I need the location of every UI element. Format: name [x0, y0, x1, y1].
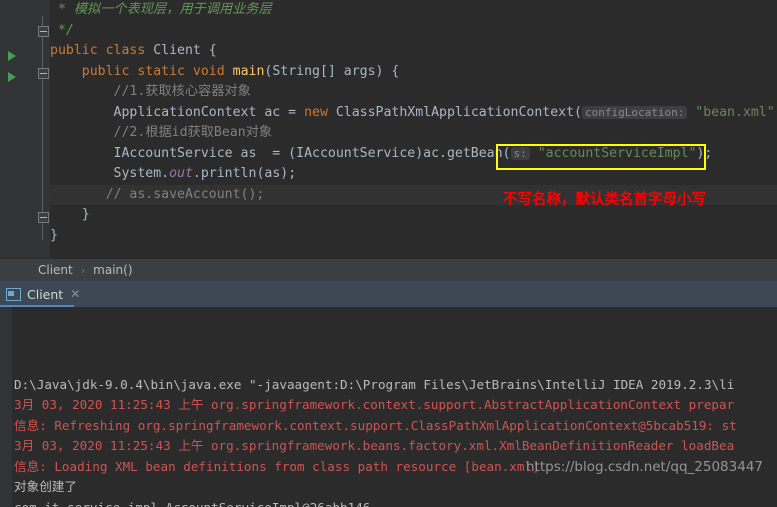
- code-token: "accountServiceImpl": [530, 146, 697, 161]
- console-line: D:\Java\jdk-9.0.4\bin\java.exe "-javaage…: [14, 375, 777, 396]
- breadcrumb-item-class[interactable]: Client: [38, 263, 73, 277]
- code-token: //1.获取核心容器对象: [50, 84, 251, 99]
- code-fold-rail[interactable]: [36, 0, 50, 258]
- code-token: [50, 64, 82, 79]
- red-annotation-text: 不写名称，默认类名首字母小写: [503, 188, 706, 209]
- code-line: //1.获取核心容器对象: [50, 82, 777, 103]
- code-line: }: [50, 226, 777, 247]
- editor-gutter[interactable]: [0, 0, 36, 258]
- code-token: Client {: [153, 43, 217, 58]
- code-line: public class Client {: [50, 41, 777, 62]
- code-token: ClassPathXmlApplicationContext(: [336, 105, 582, 120]
- code-token: "bean.xml": [687, 105, 774, 120]
- code-token: ApplicationContext ac =: [50, 105, 304, 120]
- console-line: 信息: Refreshing org.springframework.conte…: [14, 416, 777, 437]
- fold-marker-icon[interactable]: [38, 212, 49, 223]
- code-token: public static void: [82, 64, 233, 79]
- code-token: public: [50, 43, 106, 58]
- code-token: // as.saveAccount();: [50, 187, 264, 202]
- code-token: main: [233, 64, 265, 79]
- code-token: class: [106, 43, 154, 58]
- intellij-idea-window: * 模拟一个表现层，用于调用业务层 */ public class Client …: [0, 0, 777, 502]
- run-tool-window-tabbar[interactable]: Client ✕: [0, 281, 777, 307]
- run-tab-label: Client: [27, 287, 63, 302]
- code-token: }: [50, 228, 58, 243]
- code-token: configLocation:: [582, 106, 687, 119]
- code-editor[interactable]: * 模拟一个表现层，用于调用业务层 */ public class Client …: [0, 0, 777, 258]
- run-tab-client[interactable]: Client ✕: [0, 281, 88, 307]
- breadcrumb[interactable]: Client › main(): [0, 258, 777, 281]
- code-token: s:: [511, 147, 530, 160]
- code-line: * 模拟一个表现层，用于调用业务层: [50, 0, 777, 21]
- console-line: 对象创建了: [14, 477, 777, 498]
- code-token: );: [696, 146, 712, 161]
- watermark-text: https://blog.csdn.net/qq_25083447: [526, 457, 763, 478]
- fold-marker-icon[interactable]: [38, 26, 49, 37]
- code-token: IAccountService as = (IAccountService)ac…: [50, 146, 511, 161]
- code-line: ApplicationContext ac = new ClassPathXml…: [50, 103, 777, 124]
- fold-marker-icon[interactable]: [38, 68, 49, 79]
- chevron-right-icon: ›: [81, 264, 85, 277]
- code-token: .println(as);: [193, 166, 296, 181]
- run-method-arrow-icon[interactable]: [8, 72, 16, 82]
- code-token: (String[] args) {: [264, 64, 399, 79]
- code-token: }: [50, 207, 90, 222]
- run-class-arrow-icon[interactable]: [8, 51, 16, 61]
- console-left-gutter: [0, 307, 12, 507]
- code-token: out: [169, 166, 193, 181]
- code-token: */: [50, 23, 74, 38]
- close-icon[interactable]: ✕: [70, 287, 80, 301]
- console-line: 3月 03, 2020 11:25:43 上午 org.springframew…: [14, 436, 777, 457]
- code-token: System.: [50, 166, 169, 181]
- code-line: */: [50, 21, 777, 42]
- code-token: //2.根据id获取Bean对象: [50, 125, 272, 140]
- console-line: com.it.service.impl.AccountServiceImpl@2…: [14, 498, 777, 507]
- code-line: IAccountService as = (IAccountService)ac…: [50, 144, 777, 165]
- console-line: 3月 03, 2020 11:25:43 上午 org.springframew…: [14, 395, 777, 416]
- console-icon: [6, 288, 21, 301]
- code-line: System.out.println(as);: [50, 164, 777, 185]
- console-output[interactable]: D:\Java\jdk-9.0.4\bin\java.exe "-javaage…: [0, 307, 777, 507]
- code-token: * 模拟一个表现层，用于调用业务层: [50, 2, 272, 17]
- code-token: new: [304, 105, 336, 120]
- console-lines: D:\Java\jdk-9.0.4\bin\java.exe "-javaage…: [14, 375, 777, 507]
- code-line: public static void main(String[] args) {: [50, 62, 777, 83]
- fold-region-line: [42, 16, 43, 240]
- breadcrumb-item-method[interactable]: main(): [93, 263, 132, 277]
- code-text-area[interactable]: * 模拟一个表现层，用于调用业务层 */ public class Client …: [50, 0, 777, 246]
- code-line: //2.根据id获取Bean对象: [50, 123, 777, 144]
